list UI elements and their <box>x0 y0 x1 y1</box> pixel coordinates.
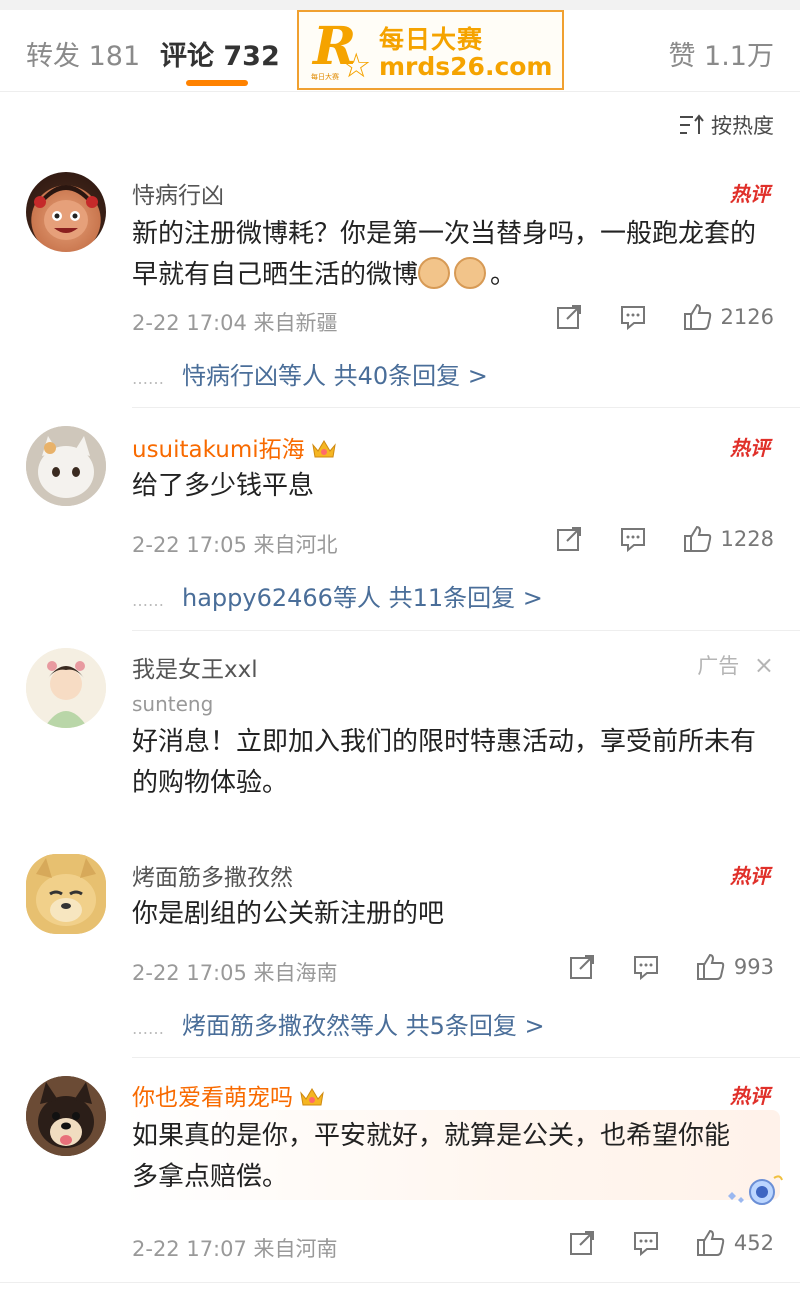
comment-actions: 452 <box>568 1228 774 1258</box>
comment-time: 2-22 17:05 <box>132 533 247 557</box>
comment-actions: 2126 <box>555 302 774 332</box>
replies-label: happy62466等人 共11条回复 > <box>182 584 543 612</box>
comment-icon <box>633 1232 658 1257</box>
thumbs-up-icon <box>696 1229 725 1256</box>
comment-text: 如果真的是你，平安就好，就算是公关，也希望你能多拿点赔偿。 <box>132 1121 731 1192</box>
sort-icon <box>680 114 704 134</box>
tab-reposts[interactable]: 转发 181 <box>26 34 140 73</box>
sort-label: 按热度 <box>711 114 774 138</box>
like-count: 1228 <box>720 527 774 551</box>
comment-text-suffix: 。 <box>490 260 517 290</box>
comment-username[interactable]: 恃病行凶 <box>132 176 224 210</box>
comment-location: 来自河南 <box>253 1237 338 1261</box>
replies-label: 恃病行凶等人 共40条回复 > <box>182 362 488 390</box>
comment-username[interactable]: 你也爱看萌宠吗 <box>132 1078 325 1112</box>
like-count: 993 <box>733 955 774 979</box>
comment-icon <box>620 528 645 553</box>
comment-meta: 2-22 17:07 来自河南 <box>132 1233 338 1263</box>
comment-text: 你是剧组的公关新注册的吧 <box>132 899 445 929</box>
comment-location: 来自河北 <box>253 533 338 557</box>
crown-icon <box>311 440 336 458</box>
comment-meta: 2-22 17:05 来自河北 <box>132 529 338 559</box>
star-icon: ☆ <box>341 46 372 86</box>
view-replies-link[interactable]: …… happy62466等人 共11条回复 > <box>132 578 543 613</box>
ad-username[interactable]: 我是女王xxl <box>132 650 258 684</box>
view-replies-link[interactable]: …… 恃病行凶等人 共40条回复 > <box>132 356 488 391</box>
view-replies-link[interactable]: …… 烤面筋多撒孜然等人 共5条回复 > <box>132 1006 545 1041</box>
avatar[interactable] <box>26 1076 106 1156</box>
reply-button[interactable] <box>632 953 660 981</box>
top-strip <box>0 0 800 10</box>
ad-tag: 广告 × <box>697 650 774 680</box>
divider <box>132 407 800 408</box>
avatar[interactable] <box>26 648 106 728</box>
hot-comment-badge: 热评 <box>730 182 770 206</box>
watermark-cn-text: 每日大赛 <box>379 25 484 54</box>
comment-icon <box>633 956 658 981</box>
divider <box>132 630 800 631</box>
share-button[interactable] <box>555 303 583 331</box>
comment-time: 2-22 17:07 <box>132 1237 247 1261</box>
comment-location: 来自海南 <box>253 961 338 985</box>
comment-text: 新的注册微博耗？你是第一次当替身吗，一般跑龙套的早就有自己晒生活的微博。 <box>132 214 777 296</box>
like-button[interactable]: 452 <box>696 1228 774 1258</box>
avatar[interactable] <box>26 854 106 934</box>
comment-meta: 2-22 17:05 来自海南 <box>132 957 338 987</box>
like-button[interactable]: 993 <box>696 952 774 982</box>
share-button[interactable] <box>568 953 596 981</box>
avatar[interactable] <box>26 172 106 252</box>
watermark-logo: R ☆ 每日大赛 每日大赛 mrds26.com <box>297 10 564 90</box>
tab-comments[interactable]: 评论 732 <box>160 34 280 73</box>
ad-text[interactable]: 好消息！立即加入我们的限时特惠活动，享受前所未有的购物体验。 <box>132 722 777 804</box>
like-button[interactable]: 1228 <box>683 524 774 554</box>
comment-time: 2-22 17:05 <box>132 961 247 985</box>
share-icon <box>556 527 581 551</box>
like-button[interactable]: 2126 <box>683 302 774 332</box>
share-icon <box>569 955 594 979</box>
reply-button[interactable] <box>619 303 647 331</box>
comment-time: 2-22 17:04 <box>132 311 247 335</box>
crown-icon <box>300 1088 324 1106</box>
share-button[interactable] <box>555 525 583 553</box>
replies-label: 烤面筋多撒孜然等人 共5条回复 > <box>182 1012 545 1040</box>
comment-actions: 1228 <box>555 524 774 554</box>
like-count: 2126 <box>720 305 774 329</box>
cat-emoji-icon <box>418 257 451 289</box>
share-icon <box>556 305 581 329</box>
hot-comment-badge: 热评 <box>730 864 770 888</box>
cat-emoji-icon <box>454 257 487 289</box>
comment-actions: 993 <box>568 952 774 982</box>
divider <box>0 1282 800 1283</box>
sparkle-decoration-icon <box>728 1175 783 1205</box>
watermark-small-text: 每日大赛 <box>311 73 339 81</box>
close-icon[interactable]: × <box>754 651 774 679</box>
hot-comment-badge: 热评 <box>730 436 770 460</box>
watermark-url: mrds26.com <box>379 52 553 81</box>
comment-icon <box>620 306 645 331</box>
comment-location: 来自新疆 <box>253 311 338 335</box>
thumbs-up-icon <box>683 303 711 330</box>
thumbs-up-icon <box>683 525 711 552</box>
reply-button[interactable] <box>632 1229 660 1257</box>
reply-button[interactable] <box>619 525 647 553</box>
ad-source: sunteng <box>132 692 214 716</box>
sort-button[interactable]: 按热度 <box>679 110 774 140</box>
share-button[interactable] <box>568 1229 596 1257</box>
divider <box>132 1057 800 1058</box>
ad-label: 广告 <box>697 654 740 678</box>
tab-likes[interactable]: 赞 1.1万 <box>668 34 774 73</box>
comment-username[interactable]: 烤面筋多撒孜然 <box>132 858 293 892</box>
comment-meta: 2-22 17:04 来自新疆 <box>132 307 338 337</box>
share-icon <box>569 1231 594 1255</box>
comment-username[interactable]: usuitakumi拓海 <box>132 430 337 464</box>
like-count: 452 <box>733 1231 774 1255</box>
thumbs-up-icon <box>696 953 725 980</box>
active-tab-indicator <box>186 80 248 86</box>
hot-comment-badge: 热评 <box>730 1084 770 1108</box>
avatar[interactable] <box>26 426 106 506</box>
comment-text: 给了多少钱平息 <box>132 471 315 501</box>
